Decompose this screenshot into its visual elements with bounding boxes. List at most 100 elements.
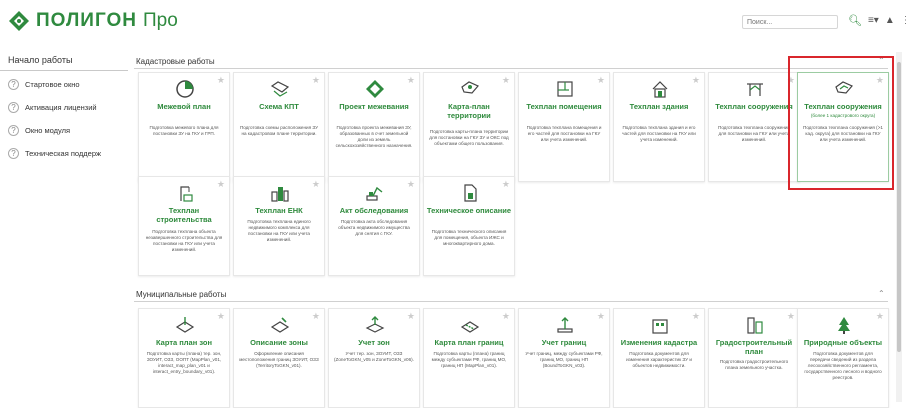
star-icon[interactable]: ★ bbox=[692, 311, 700, 322]
logo-icon bbox=[9, 11, 29, 31]
card-title: Градостроительный план bbox=[715, 338, 793, 356]
card-karta-plan-zon[interactable]: ★ Карта план зон Подготовка карты (плана… bbox=[138, 308, 230, 408]
star-icon[interactable]: ★ bbox=[217, 179, 225, 190]
card-description: Учет тер. зон, ЗОУИТ, ОЗЗ (ZoneToGKN_v05… bbox=[334, 351, 414, 362]
card-akt-obsledovaniya[interactable]: ★ Акт обследования Подготовка акта обсле… bbox=[328, 176, 420, 276]
house-icon bbox=[652, 81, 668, 98]
city-plan-icon bbox=[747, 317, 763, 334]
card-title: Техплан сооружения bbox=[715, 102, 793, 111]
card-techplan-stroitelstva[interactable]: ★ Техплан строительства Подготовка техпл… bbox=[138, 176, 230, 276]
star-icon[interactable]: ★ bbox=[407, 311, 415, 322]
territory-map-icon bbox=[461, 81, 479, 94]
diamond-map-icon bbox=[366, 80, 384, 98]
card-description: Подготовка карты-плана территории для по… bbox=[429, 129, 509, 146]
star-icon[interactable]: ★ bbox=[407, 179, 415, 190]
star-icon[interactable]: ★ bbox=[312, 311, 320, 322]
menu-dropdown-icon[interactable]: ≡▾ bbox=[868, 15, 879, 26]
help-icon: ? bbox=[8, 124, 19, 136]
sidebar-item-label: Техническая поддерж bbox=[25, 148, 102, 158]
star-icon[interactable]: ★ bbox=[502, 75, 510, 86]
sidebar-item-start[interactable]: ? Стартовое окно bbox=[0, 74, 128, 94]
brand-name: ПОЛИГОН bbox=[36, 10, 137, 31]
card-uchet-granits[interactable]: ★ Учет границ Учет границ, между субъект… bbox=[518, 308, 610, 408]
nature-icon bbox=[838, 317, 850, 334]
card-opisanie-zony[interactable]: ★ Описание зоны Оформление описания мест… bbox=[233, 308, 325, 408]
more-icon[interactable]: ⋮ bbox=[901, 15, 906, 26]
star-icon[interactable]: ★ bbox=[407, 75, 415, 86]
map-icon bbox=[270, 81, 290, 97]
card-title: Учет границ bbox=[541, 338, 587, 347]
document-icon bbox=[464, 184, 477, 202]
card-description: Подготовка карты (плана) тер. зон, ЗОУИТ… bbox=[146, 351, 222, 374]
card-description: Учет границ, между субъектами РФ, границ… bbox=[525, 351, 603, 368]
card-description: Оформление описания местоположения грани… bbox=[239, 351, 319, 368]
help-icon: ? bbox=[8, 101, 19, 113]
star-icon[interactable]: ★ bbox=[692, 75, 700, 86]
card-karta-plan-granits[interactable]: ★ Карта план границ Подготовка карты (пл… bbox=[423, 308, 515, 408]
notification-icon[interactable]: ▲ bbox=[885, 15, 895, 26]
card-description: Подготовка градостроительного плана земе… bbox=[719, 359, 789, 370]
star-icon[interactable]: ★ bbox=[217, 311, 225, 322]
card-title: Проект межевания bbox=[339, 102, 409, 111]
card-description: Подготовка документов для передачи сведе… bbox=[804, 351, 882, 380]
card-uchet-zon[interactable]: ★ Учет зон Учет тер. зон, ЗОУИТ, ОЗЗ (Zo… bbox=[328, 308, 420, 408]
card-description: Подготовка проекта межевания ЗУ, образов… bbox=[335, 125, 413, 148]
card-title: Карта план границ bbox=[434, 338, 504, 347]
scrollbar-thumb[interactable] bbox=[897, 62, 901, 352]
card-title: Техническое описание bbox=[426, 206, 512, 215]
card-title: Карта-план территории bbox=[447, 102, 491, 120]
sidebar-item-license[interactable]: ? Активация лицензий bbox=[0, 97, 128, 117]
card-gradostroitelny-plan[interactable]: ★ Градостроительный план Подготовка град… bbox=[708, 308, 800, 408]
card-techplan-pomeshcheniya[interactable]: ★ Техплан помещения Подготовка техплана … bbox=[518, 72, 610, 182]
border-map-icon bbox=[460, 321, 480, 333]
room-plan-icon bbox=[557, 81, 573, 97]
excavator-icon bbox=[366, 186, 383, 201]
sidebar-item-label: Активация лицензий bbox=[25, 102, 97, 112]
card-shema-kpt[interactable]: ★ Схема КПТ Подготовка схемы расположени… bbox=[233, 72, 325, 182]
card-techplan-sooruzheniya[interactable]: ★ Техплан сооружения Подготовка техплана… bbox=[708, 72, 800, 182]
help-icon: ? bbox=[8, 78, 19, 90]
sidebar-item-support[interactable]: ? Техническая поддерж bbox=[0, 143, 128, 163]
card-description: Подготовка акта обследования объекта нед… bbox=[338, 219, 410, 236]
border-register-icon bbox=[557, 317, 573, 333]
selection-highlight bbox=[788, 56, 894, 190]
card-description: Подготовка технического описания для пом… bbox=[431, 229, 507, 246]
brand-suffix: Про bbox=[142, 10, 178, 31]
card-proekt-mezhevaniya[interactable]: ★ Проект межевания Подготовка проекта ме… bbox=[328, 72, 420, 182]
card-techplan-enk[interactable]: ★ Техплан ЕНК Подготовка техплана единог… bbox=[233, 176, 325, 276]
star-icon[interactable]: ★ bbox=[876, 311, 884, 322]
star-icon[interactable]: ★ bbox=[787, 311, 795, 322]
sidebar: Начало работы ? Стартовое окно ? Активац… bbox=[0, 52, 128, 408]
card-description: Подготовка техплана сооружения для поста… bbox=[718, 125, 790, 142]
star-icon[interactable]: ★ bbox=[312, 75, 320, 86]
star-icon[interactable]: ★ bbox=[312, 179, 320, 190]
divider bbox=[134, 301, 888, 302]
star-icon[interactable]: ★ bbox=[597, 311, 605, 322]
card-description: Подготовка карты (плана) границ между су… bbox=[431, 351, 507, 368]
star-icon[interactable]: ★ bbox=[502, 179, 510, 190]
card-title: Учет зон bbox=[358, 338, 390, 347]
card-karta-plan-territorii[interactable]: ★ Карта-план территории Подготовка карты… bbox=[423, 72, 515, 182]
section-title-municipal: Муниципальные работы bbox=[136, 290, 227, 299]
card-tekhnicheskoe-opisanie[interactable]: ★ Техническое описание Подготовка технич… bbox=[423, 176, 515, 276]
card-prirodnye-obekty[interactable]: ★ Природные объекты Подготовка документо… bbox=[797, 308, 889, 408]
card-description: Подготовка техплана здания и его частей … bbox=[622, 125, 696, 142]
header: ПОЛИГОН Про 🔍︎ ≡▾ ▲ ⋮ bbox=[0, 0, 906, 44]
sidebar-item-module[interactable]: ? Окно модуля bbox=[0, 120, 128, 140]
card-techplan-zdaniya[interactable]: ★ Техплан здания Подготовка техплана зда… bbox=[613, 72, 705, 182]
card-izmeneniya-kadastra[interactable]: ★ Изменения кадастра Подготовка документ… bbox=[613, 308, 705, 408]
card-description: Подготовка межевого плана для постановки… bbox=[149, 125, 219, 136]
search-icon[interactable]: 🔍︎ bbox=[848, 14, 862, 27]
card-mezhevoy-plan[interactable]: ★ Межевой план Подготовка межевого плана… bbox=[138, 72, 230, 182]
star-icon[interactable]: ★ bbox=[502, 311, 510, 322]
card-title: Изменения кадастра bbox=[620, 338, 698, 347]
collapse-icon[interactable]: ⌃ bbox=[878, 289, 885, 298]
star-icon[interactable]: ★ bbox=[217, 75, 225, 86]
card-description: Подготовка техплана единого недвижимого … bbox=[247, 219, 311, 242]
star-icon[interactable]: ★ bbox=[597, 75, 605, 86]
sidebar-title: Начало работы bbox=[0, 52, 128, 71]
zone-map-icon bbox=[175, 317, 195, 333]
card-title: Схема КПТ bbox=[259, 102, 299, 111]
help-icon: ? bbox=[8, 147, 19, 159]
search-input[interactable] bbox=[742, 15, 838, 29]
